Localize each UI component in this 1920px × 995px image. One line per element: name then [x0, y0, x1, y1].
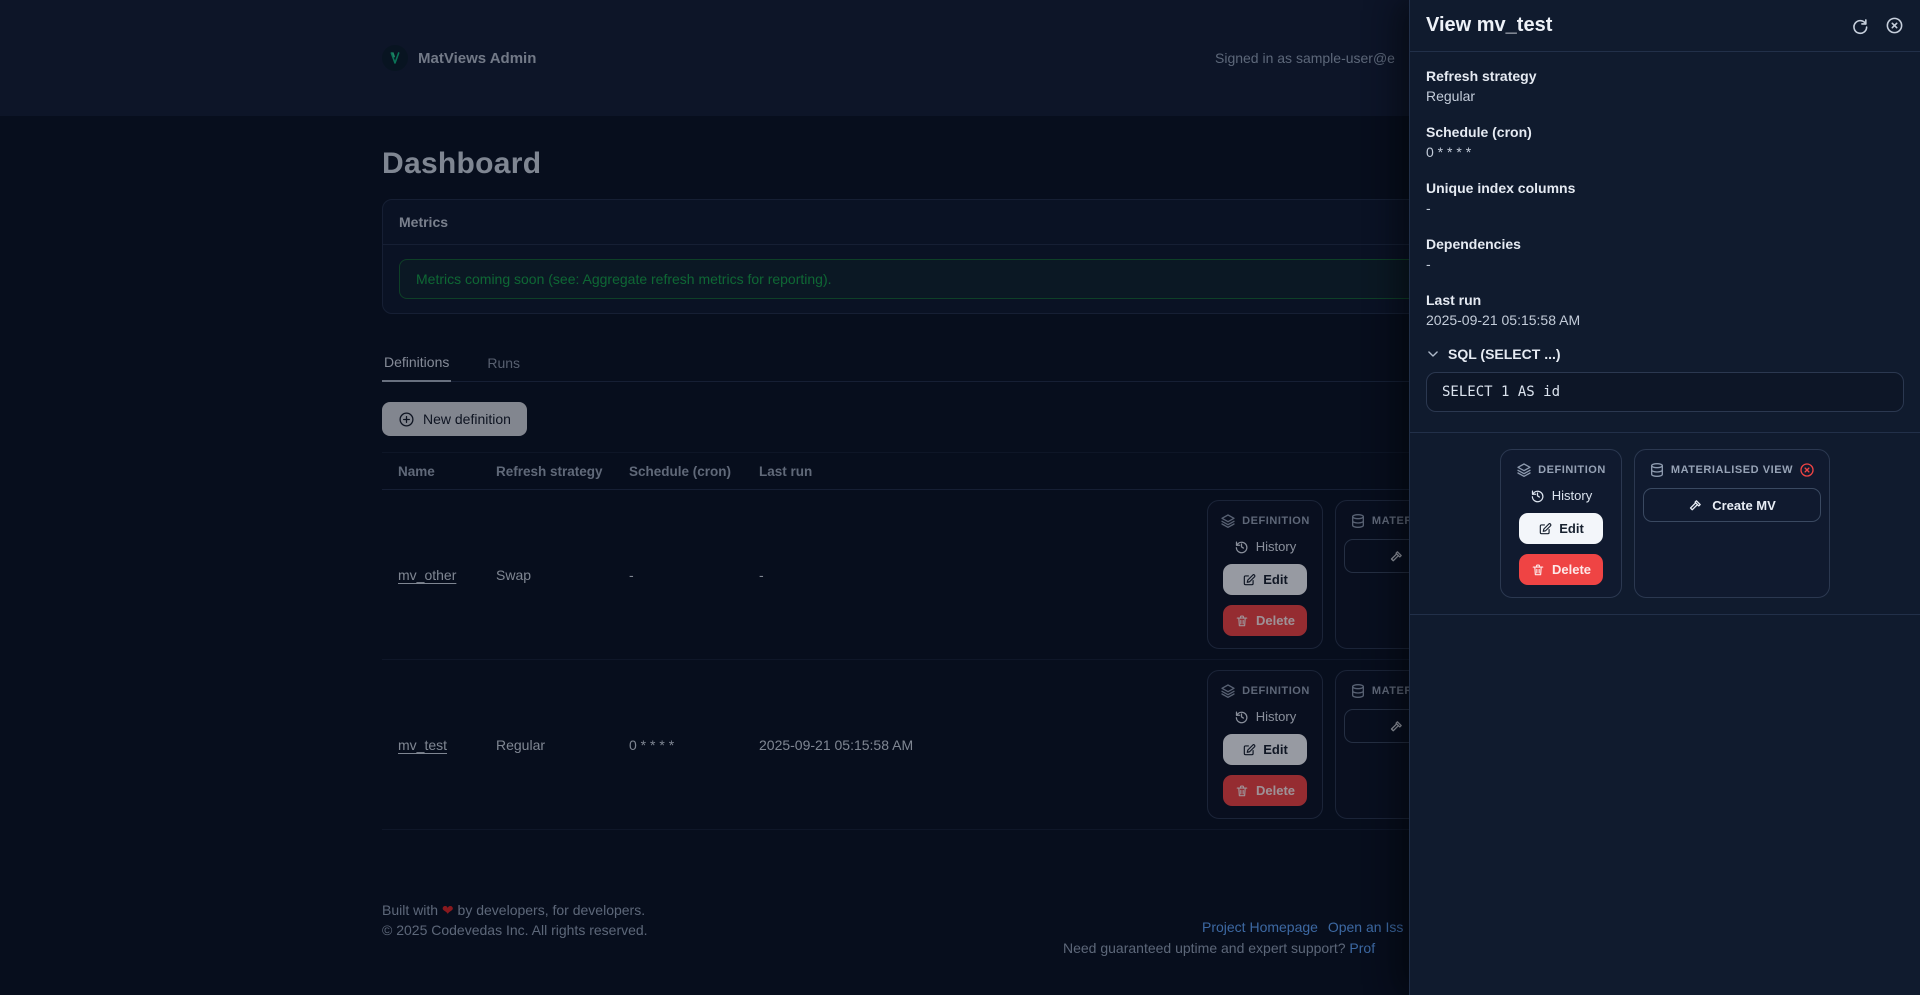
close-drawer-button[interactable]: [1885, 16, 1904, 35]
history-button[interactable]: History: [1530, 488, 1592, 503]
trash-icon: [1532, 563, 1544, 575]
layers-icon: [1517, 463, 1531, 478]
definition-card-title: DEFINITION: [1538, 464, 1606, 476]
materialised-card-title: MATERIALISED VIEW: [1670, 464, 1794, 476]
refresh-icon: [1853, 19, 1868, 35]
database-icon: [1650, 462, 1663, 478]
field-dependencies: Dependencies -: [1426, 236, 1521, 272]
field-last-run: Last run 2025-09-21 05:15:58 AM: [1426, 292, 1581, 328]
drawer-title: View mv_test: [1426, 14, 1553, 36]
sql-code-block: SELECT 1 AS id: [1426, 372, 1904, 412]
field-schedule-cron: Schedule (cron) 0 * * * *: [1426, 124, 1532, 160]
refresh-button[interactable]: [1850, 16, 1869, 35]
sql-section-toggle[interactable]: SQL (SELECT ...): [1426, 346, 1561, 362]
history-icon: [1531, 490, 1544, 503]
edit-button[interactable]: Edit: [1519, 513, 1603, 544]
chevron-down-icon: [1428, 351, 1438, 357]
materialised-view-actions-card: MATERIALISED VIEW Create MV: [1634, 449, 1830, 598]
x-circle-status-icon: [1800, 463, 1814, 477]
hammer-icon: [1690, 499, 1702, 510]
delete-button[interactable]: Delete: [1519, 554, 1603, 585]
create-mv-button[interactable]: Create MV: [1643, 488, 1821, 522]
close-icon: [1886, 17, 1903, 34]
view-definition-drawer: View mv_test Refresh strategy Regular Sc…: [1409, 0, 1920, 995]
field-unique-index-columns: Unique index columns -: [1426, 180, 1576, 216]
drawer-divider: [1410, 614, 1920, 615]
field-refresh-strategy: Refresh strategy Regular: [1426, 68, 1537, 104]
definition-actions-card: DEFINITION History Edit Delete: [1500, 449, 1622, 598]
pencil-square-icon: [1539, 522, 1552, 534]
